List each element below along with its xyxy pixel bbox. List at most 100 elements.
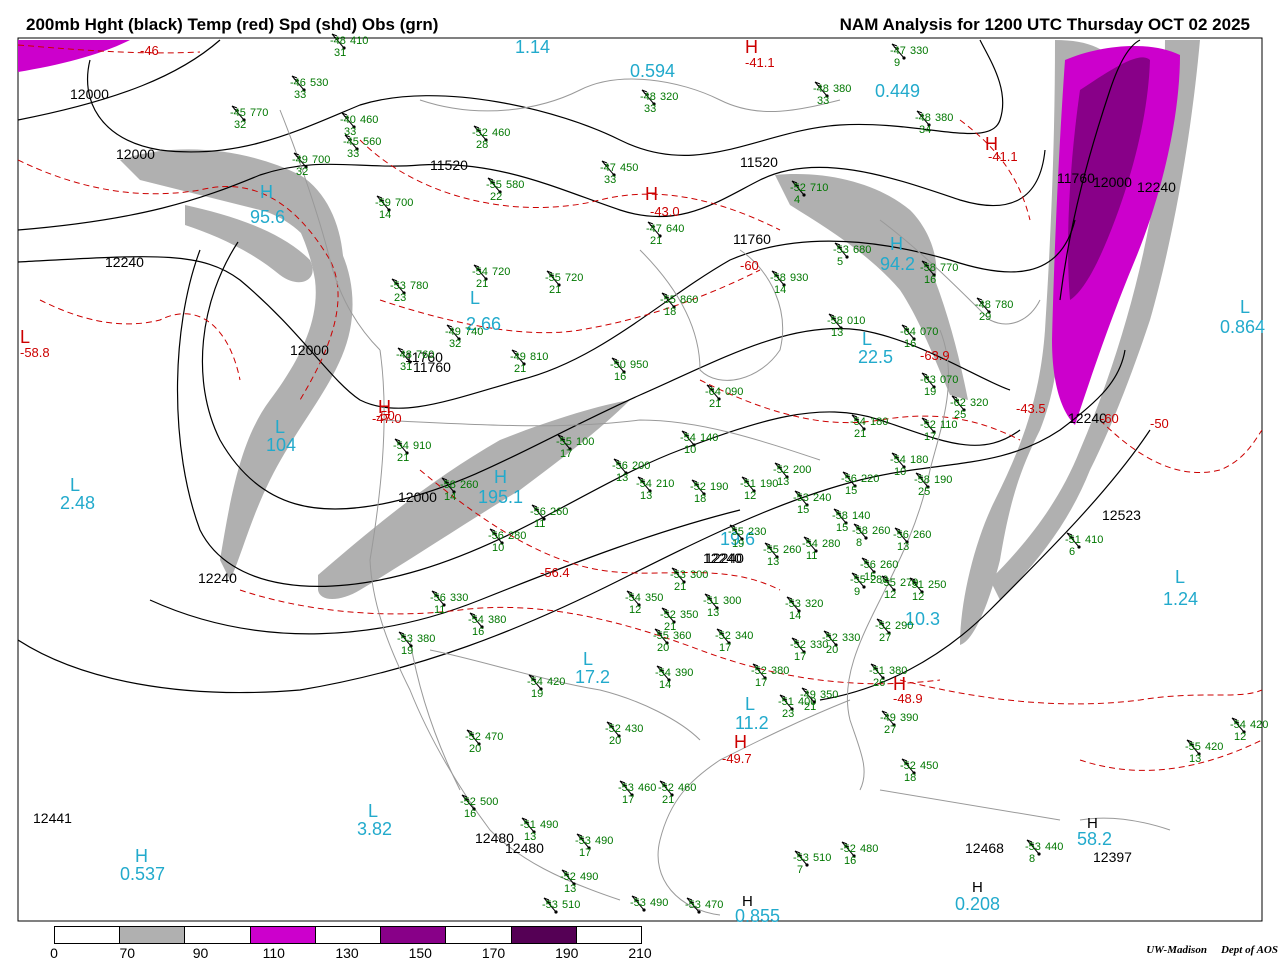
obs-dewpoint: 17 xyxy=(924,431,936,443)
obs-temperature: -58 xyxy=(770,272,786,284)
obs-dewpoint: 21 xyxy=(662,794,674,806)
credit-dept: Dept of AOS xyxy=(1220,944,1278,956)
obs-temperature: -63 xyxy=(920,374,936,386)
obs-temperature: -53 xyxy=(390,280,406,292)
obs-height: 190 xyxy=(934,474,952,486)
obs-temperature: -55 xyxy=(880,577,896,589)
obs-temperature: -56 xyxy=(530,506,546,518)
obs-height: 340 xyxy=(735,630,753,642)
obs-temperature: -64 xyxy=(900,326,916,338)
obs-height: 260 xyxy=(880,559,898,571)
obs-temperature: -51 xyxy=(703,595,719,607)
obs-dewpoint: 18 xyxy=(694,493,706,505)
obs-height: 780 xyxy=(410,280,428,292)
obs-temperature: -51 xyxy=(908,579,924,591)
obs-dewpoint: 13 xyxy=(831,327,843,339)
obs-temperature: -49 xyxy=(800,689,816,701)
obs-temperature: -55 xyxy=(1185,741,1201,753)
obs-temperature: -53 xyxy=(670,569,686,581)
obs-dewpoint: 17 xyxy=(794,651,806,663)
obs-dewpoint: 13 xyxy=(707,607,719,619)
speed-value-label: 1.14 xyxy=(515,37,550,57)
obs-temperature: -58 xyxy=(920,262,936,274)
obs-dewpoint: 21 xyxy=(549,284,561,296)
obs-temperature: -53 xyxy=(618,782,634,794)
speed-colorbar xyxy=(54,926,642,944)
obs-temperature: -53 xyxy=(542,899,558,911)
credit-org: UW-Madison xyxy=(1146,944,1207,956)
obs-dewpoint: 26 xyxy=(873,677,885,689)
obs-temperature: -55 xyxy=(556,436,572,448)
obs-height: 360 xyxy=(673,630,691,642)
obs-dewpoint: 33 xyxy=(817,95,829,107)
height-label: 12441 xyxy=(33,810,72,826)
obs-height: 530 xyxy=(310,77,328,89)
colorbar-segment xyxy=(511,927,577,943)
obs-dewpoint: 15 xyxy=(845,485,857,497)
obs-height: 460 xyxy=(360,114,378,126)
obs-temperature: -55 xyxy=(850,574,866,586)
obs-dewpoint: 21 xyxy=(804,701,816,713)
obs-height: 380 xyxy=(935,112,953,124)
obs-temperature: -48 xyxy=(640,91,656,103)
obs-height: 330 xyxy=(910,45,928,57)
obs-temperature: -52 xyxy=(751,665,767,677)
obs-height: 390 xyxy=(900,712,918,724)
obs-temperature: -52 xyxy=(790,639,806,651)
obs-temperature: -56 xyxy=(893,529,909,541)
obs-height: 350 xyxy=(820,689,838,701)
temp-value-label: -43.5 xyxy=(1016,401,1046,416)
obs-height: 240 xyxy=(813,492,831,504)
obs-dewpoint: 17 xyxy=(622,794,634,806)
obs-height: 420 xyxy=(1250,719,1268,731)
obs-temperature: -58 xyxy=(852,525,868,537)
height-label: 11760 xyxy=(413,359,451,375)
colorbar-tick: 150 xyxy=(408,945,432,961)
obs-dewpoint: 16 xyxy=(904,338,916,350)
obs-temperature: -51 xyxy=(1065,534,1081,546)
obs-temperature: -59 xyxy=(375,197,391,209)
low-marker: L xyxy=(70,475,80,495)
obs-temperature: -46 xyxy=(290,77,306,89)
high-marker: H xyxy=(745,37,758,57)
obs-temperature: -51 xyxy=(520,819,536,831)
low-marker: L xyxy=(1175,567,1185,587)
temp-value-label: -63.9 xyxy=(920,348,950,363)
obs-height: 450 xyxy=(920,760,938,772)
obs-dewpoint: 10 xyxy=(684,444,696,456)
obs-temperature: -55 xyxy=(545,272,561,284)
obs-height: 140 xyxy=(852,510,870,522)
obs-height: 770 xyxy=(250,107,268,119)
obs-dewpoint: 20 xyxy=(609,735,621,747)
obs-height: 090 xyxy=(725,386,743,398)
obs-dewpoint: 12 xyxy=(884,589,896,601)
obs-dewpoint: 13 xyxy=(564,883,576,895)
obs-height: 770 xyxy=(940,262,958,274)
temp-value-label: -60 xyxy=(740,258,759,273)
obs-height: 190 xyxy=(760,478,778,490)
obs-temperature: -52 xyxy=(560,871,576,883)
obs-height: 420 xyxy=(1205,741,1223,753)
obs-temperature: -51 xyxy=(778,696,794,708)
obs-height: 300 xyxy=(690,569,708,581)
colorbar-segment xyxy=(120,927,186,943)
obs-dewpoint: 11 xyxy=(806,550,817,562)
obs-height: 330 xyxy=(842,632,860,644)
obs-height: 260 xyxy=(913,529,931,541)
obs-height: 720 xyxy=(565,272,583,284)
obs-dewpoint: 21 xyxy=(514,363,526,375)
obs-temperature: -49 xyxy=(445,326,461,338)
obs-dewpoint: 33 xyxy=(294,89,306,101)
obs-temperature: -54 xyxy=(802,538,818,550)
colorbar-tick: 170 xyxy=(481,945,506,961)
obs-temperature: -53 xyxy=(685,899,701,911)
obs-height: 930 xyxy=(790,272,808,284)
obs-dewpoint: 19 xyxy=(924,386,936,398)
obs-temperature: -53 xyxy=(397,633,413,645)
obs-dewpoint: 16 xyxy=(464,808,476,820)
obs-height: 430 xyxy=(625,723,643,735)
height-label: 12000 xyxy=(116,146,155,162)
obs-temperature: -48 xyxy=(396,349,412,361)
obs-dewpoint: 31 xyxy=(334,47,346,59)
temp-value-label: -60 xyxy=(1100,411,1119,426)
